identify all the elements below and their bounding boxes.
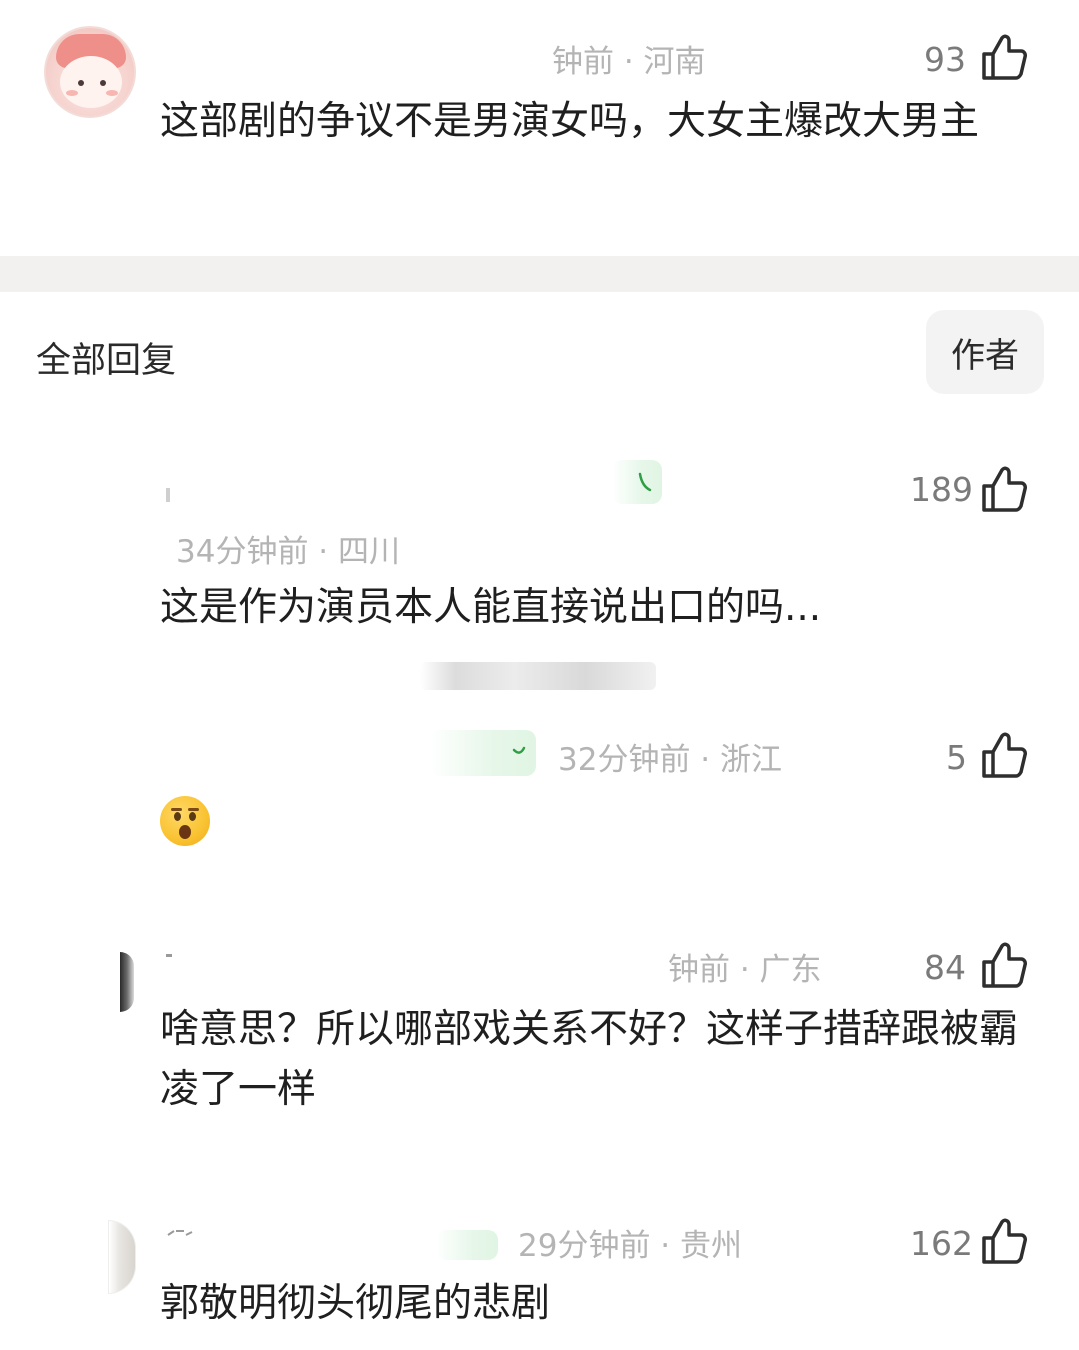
thumbs-up-icon[interactable]	[980, 1216, 1028, 1270]
thumbs-up-icon[interactable]	[980, 32, 1028, 86]
like-count: 5	[946, 738, 967, 777]
author-filter-button[interactable]: 作者	[926, 310, 1044, 394]
reply-text: 啥意思？所以哪部戏关系不好？这样子措辞跟被霸凌了一样	[160, 1007, 1019, 1112]
like-count: 162	[910, 1224, 973, 1263]
reply-text: 这是作为演员本人能直接说出口的吗...	[160, 585, 822, 630]
reply-time-location: 32分钟前 · 浙江	[558, 742, 783, 778]
section-divider	[0, 256, 1079, 292]
reply-time-location: 29分钟前 · 贵州	[518, 1228, 743, 1264]
username-blurred[interactable]	[166, 954, 172, 957]
astonished-face-icon	[160, 796, 210, 846]
like-count: 189	[910, 470, 973, 509]
thumbs-up-icon[interactable]	[980, 464, 1028, 518]
username-blurred[interactable]	[166, 1222, 194, 1236]
comment-text: 这部剧的争议不是男演女吗，大女主爆改大男主	[160, 99, 980, 144]
like-count: 84	[924, 948, 966, 987]
badge	[436, 1230, 498, 1260]
blurred-reply-target	[420, 662, 656, 690]
username-blurred[interactable]	[166, 488, 170, 502]
all-replies-label: 全部回复	[36, 341, 177, 381]
reply-time-location: 34分钟前 · 四川	[176, 534, 401, 570]
commenter-avatar[interactable]	[44, 26, 136, 118]
avatar[interactable]	[108, 1220, 136, 1294]
badge	[612, 460, 662, 504]
reply-time-location: 钟前 · 广东	[668, 952, 822, 988]
thumbs-up-icon[interactable]	[980, 730, 1028, 784]
reply-text: 郭敬明彻头彻尾的悲剧	[160, 1281, 551, 1326]
like-count: 93	[924, 40, 966, 79]
badge	[430, 730, 536, 776]
thumbs-up-icon[interactable]	[980, 940, 1028, 994]
comment-time-location: 钟前 · 河南	[552, 44, 706, 80]
avatar[interactable]	[120, 952, 134, 1012]
